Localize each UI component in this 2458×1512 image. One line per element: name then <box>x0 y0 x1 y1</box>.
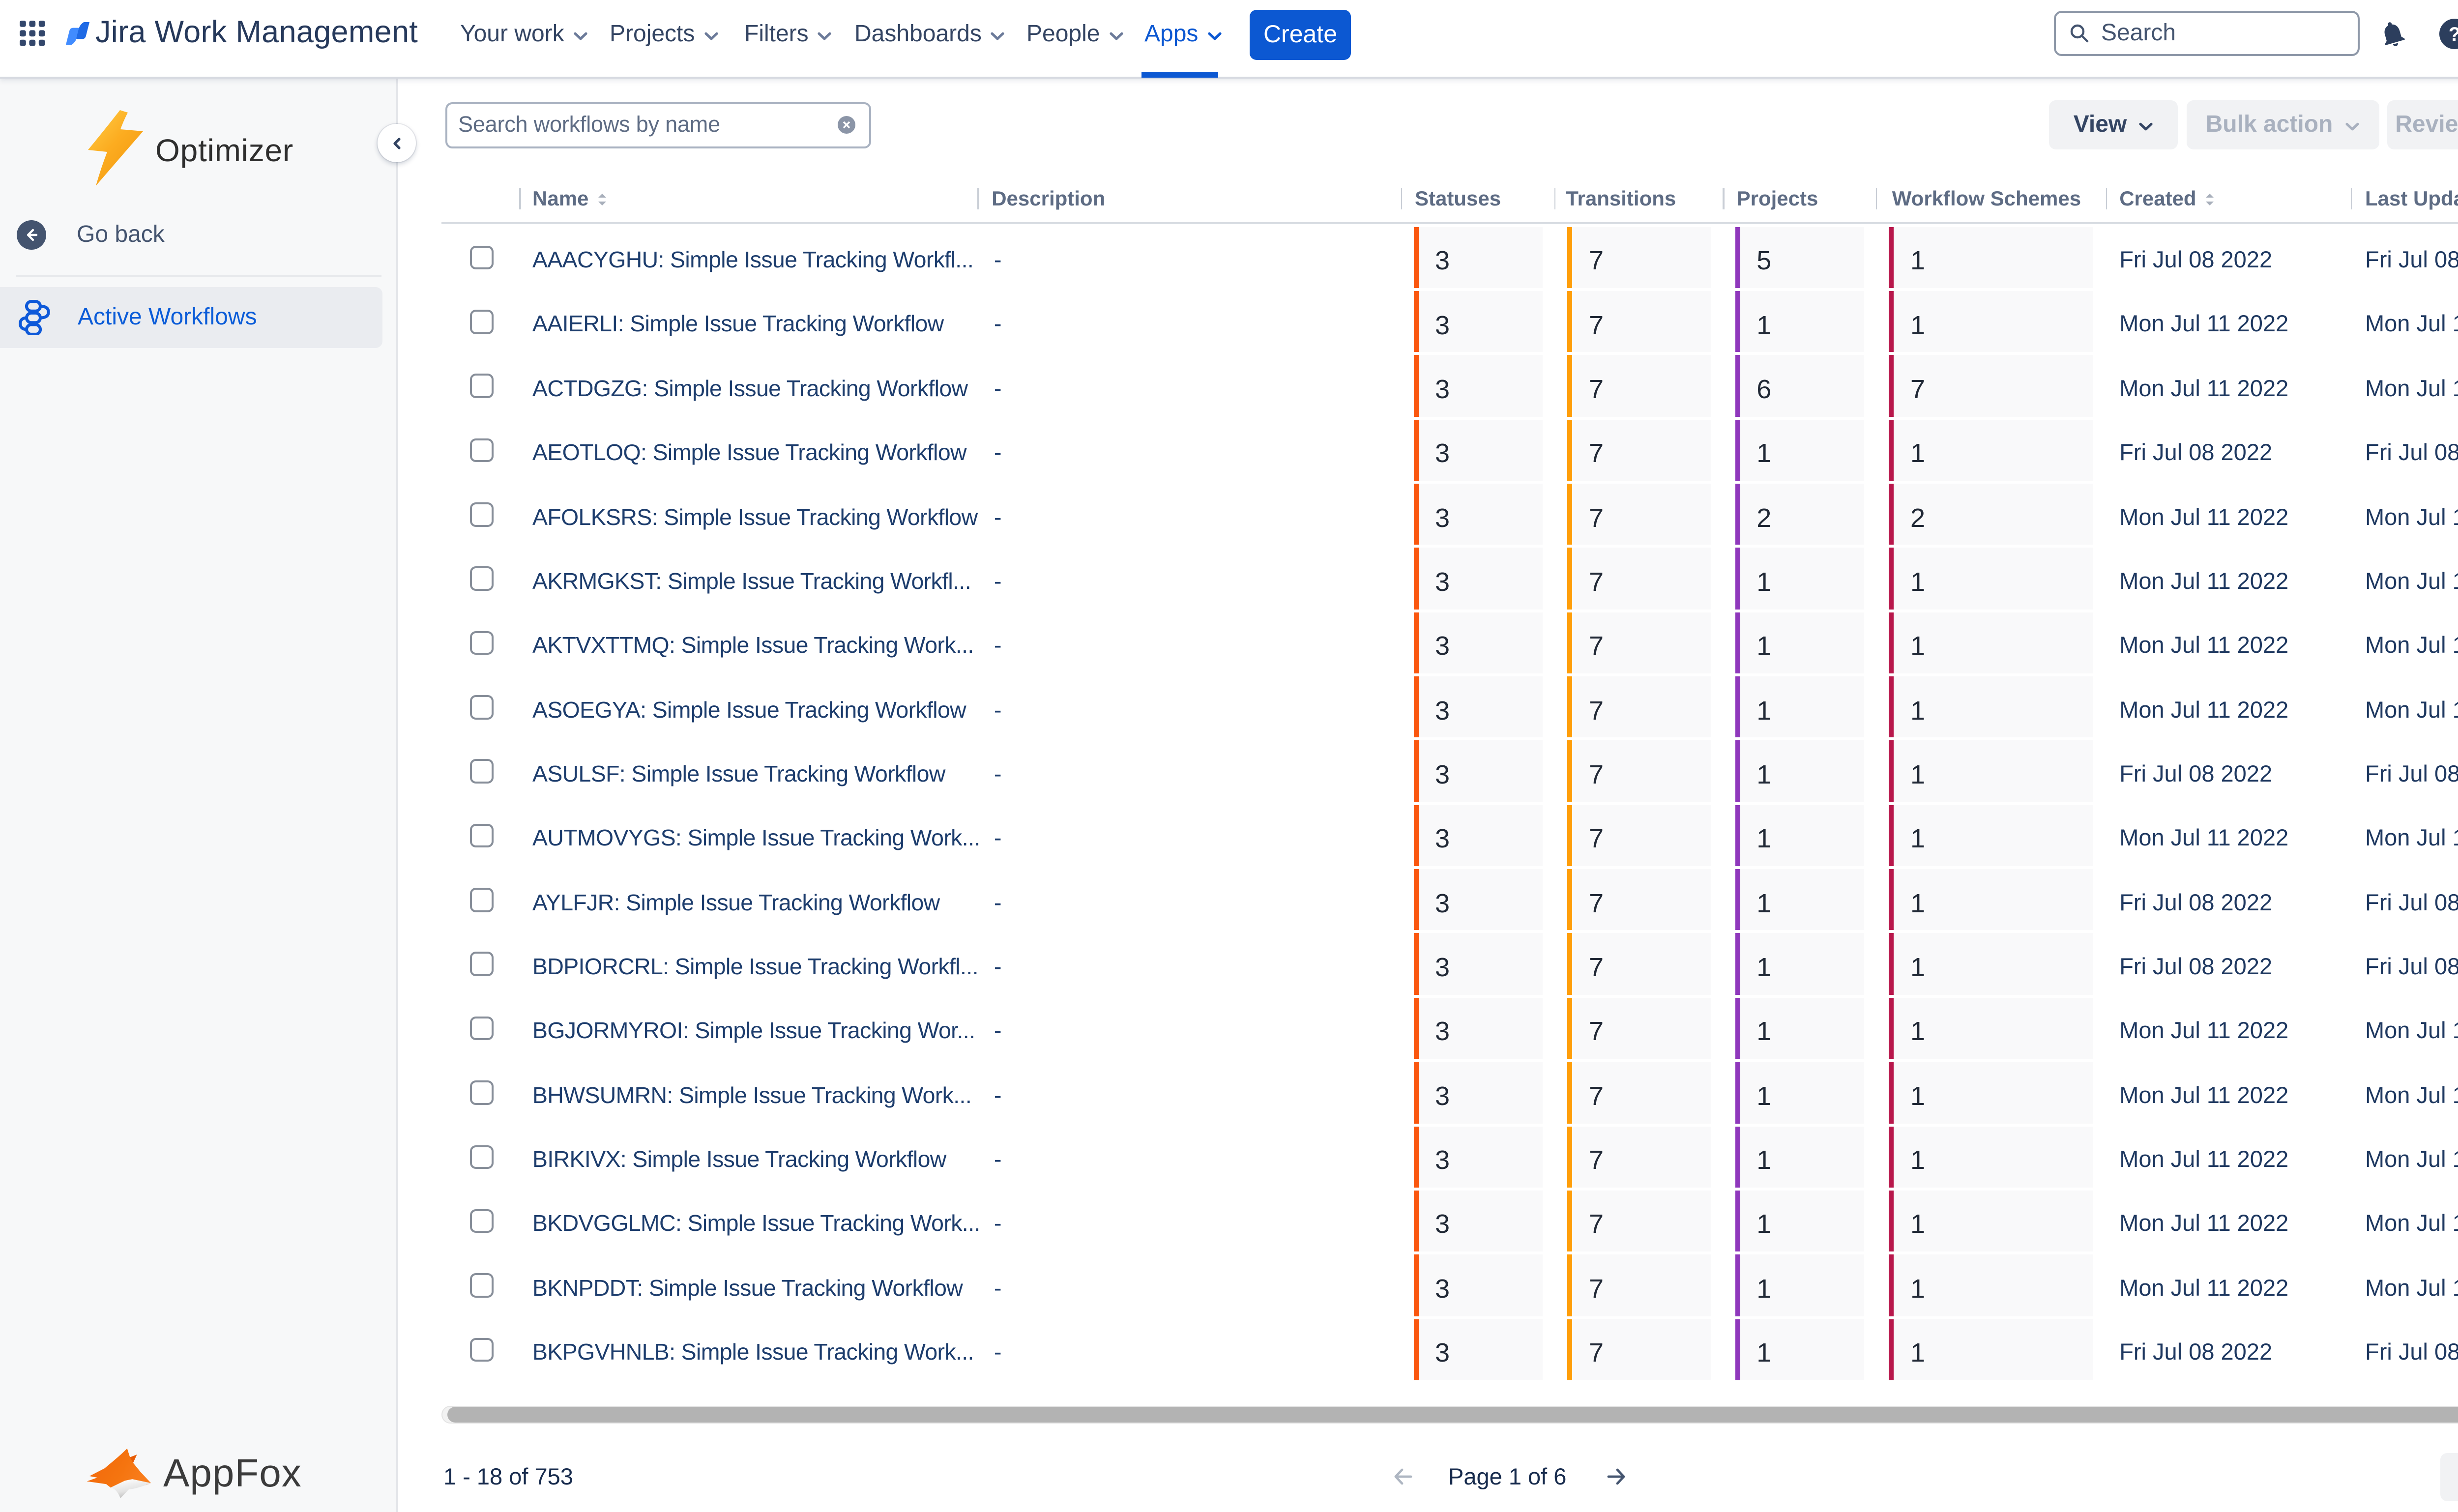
svg-text:?: ? <box>2449 24 2458 45</box>
